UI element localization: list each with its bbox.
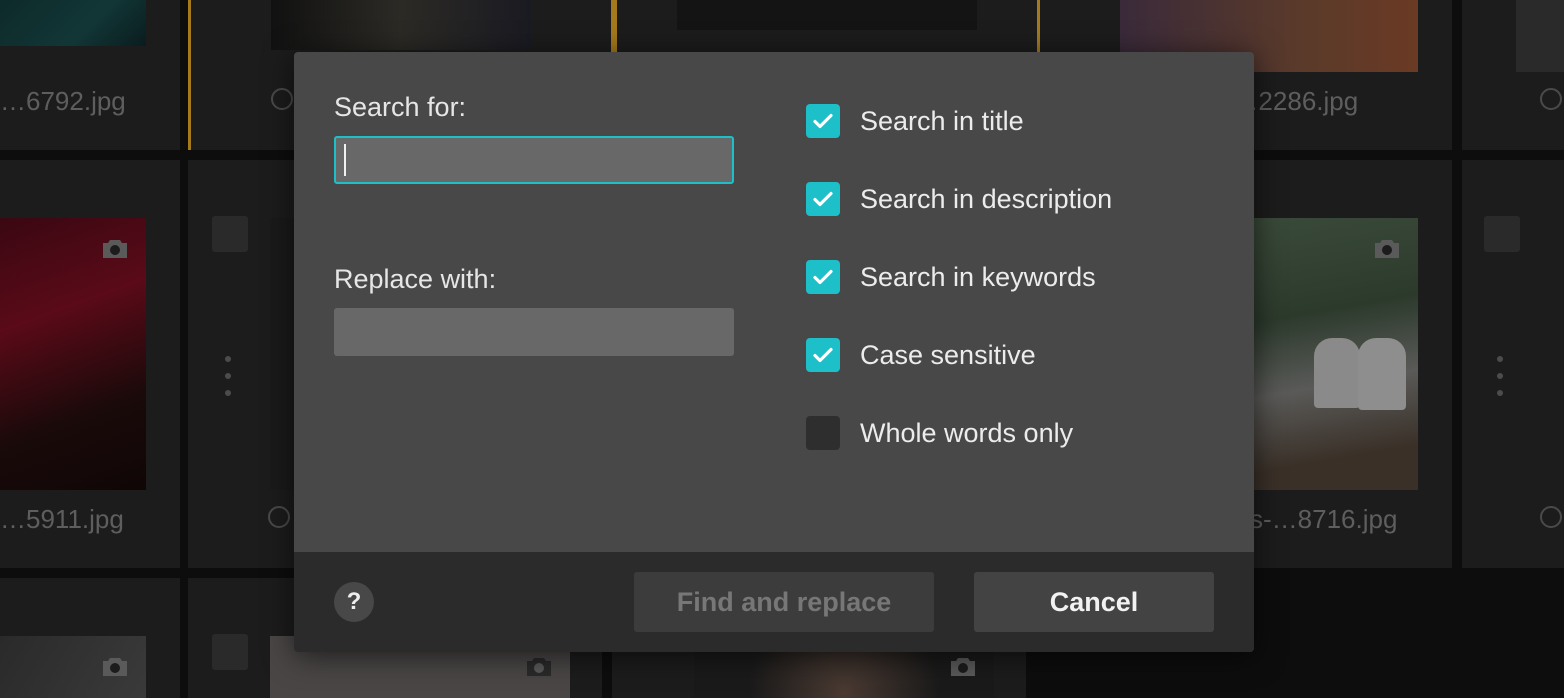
photo-filename: s-…8716.jpg: [1254, 504, 1398, 534]
select-checkbox[interactable]: [212, 216, 248, 252]
option-whole-words-only[interactable]: Whole words only: [806, 416, 1073, 450]
gallery-cell[interactable]: [188, 160, 296, 568]
gallery-cell[interactable]: …5911.jpg: [0, 160, 180, 568]
more-vertical-icon[interactable]: [1496, 356, 1504, 396]
option-search-in-description[interactable]: Search in description: [806, 182, 1112, 216]
gallery-cell[interactable]: [1462, 160, 1564, 568]
camera-icon: [527, 658, 551, 676]
gallery-cell[interactable]: [1462, 0, 1564, 150]
camera-icon: [103, 658, 127, 676]
camera-icon: [1375, 240, 1399, 258]
replace-input[interactable]: [334, 308, 734, 356]
search-for-label: Search for:: [334, 92, 467, 122]
case-sensitive-checkbox[interactable]: [806, 338, 840, 372]
gallery-cell[interactable]: s-…8716.jpg: [1254, 160, 1452, 568]
search-input[interactable]: [334, 136, 734, 184]
check-icon: [813, 347, 833, 363]
check-icon: [813, 113, 833, 129]
find-and-replace-button[interactable]: Find and replace: [634, 572, 934, 632]
option-label: Case sensitive: [860, 339, 1036, 370]
gallery-cell[interactable]: [0, 578, 180, 698]
whole-words-only-checkbox[interactable]: [806, 416, 840, 450]
photo-thumbnail: [0, 0, 146, 46]
option-label: Whole words only: [860, 417, 1074, 448]
photo-thumbnail: [1516, 0, 1564, 72]
search-in-description-checkbox[interactable]: [806, 182, 840, 216]
option-search-in-keywords[interactable]: Search in keywords: [806, 260, 1096, 294]
option-label: Search in title: [860, 105, 1024, 136]
select-checkbox[interactable]: [1484, 216, 1520, 252]
gallery-cell[interactable]: …6792.jpg: [0, 0, 180, 150]
find-replace-dialog: Search for: Replace with: Search in titl…: [294, 52, 1254, 652]
help-icon[interactable]: ?: [334, 582, 374, 622]
more-vertical-icon[interactable]: [224, 356, 232, 396]
text-caret: [344, 144, 346, 176]
photo-thumbnail: [677, 0, 977, 30]
option-label: Search in description: [860, 183, 1113, 214]
replace-with-label: Replace with:: [334, 264, 497, 294]
option-label: Search in keywords: [860, 261, 1096, 292]
select-checkbox[interactable]: [212, 634, 248, 670]
option-search-in-title[interactable]: Search in title: [806, 104, 1024, 138]
camera-icon: [103, 240, 127, 258]
option-case-sensitive[interactable]: Case sensitive: [806, 338, 1036, 372]
search-in-keywords-checkbox[interactable]: [806, 260, 840, 294]
dialog-footer: ? Find and replace Cancel: [294, 552, 1254, 652]
photo-filename: …5911.jpg: [0, 504, 124, 534]
select-radio[interactable]: [1540, 88, 1562, 110]
camera-icon: [951, 658, 975, 676]
photo-thumbnail: [271, 0, 531, 50]
check-icon: [813, 191, 833, 207]
cancel-button[interactable]: Cancel: [974, 572, 1214, 632]
select-radio[interactable]: [271, 88, 293, 110]
photo-filename: …6792.jpg: [0, 86, 126, 116]
select-radio[interactable]: [268, 506, 290, 528]
search-in-title-checkbox[interactable]: [806, 104, 840, 138]
photo-thumbnail: [270, 218, 296, 490]
check-icon: [813, 269, 833, 285]
select-radio[interactable]: [1540, 506, 1562, 528]
